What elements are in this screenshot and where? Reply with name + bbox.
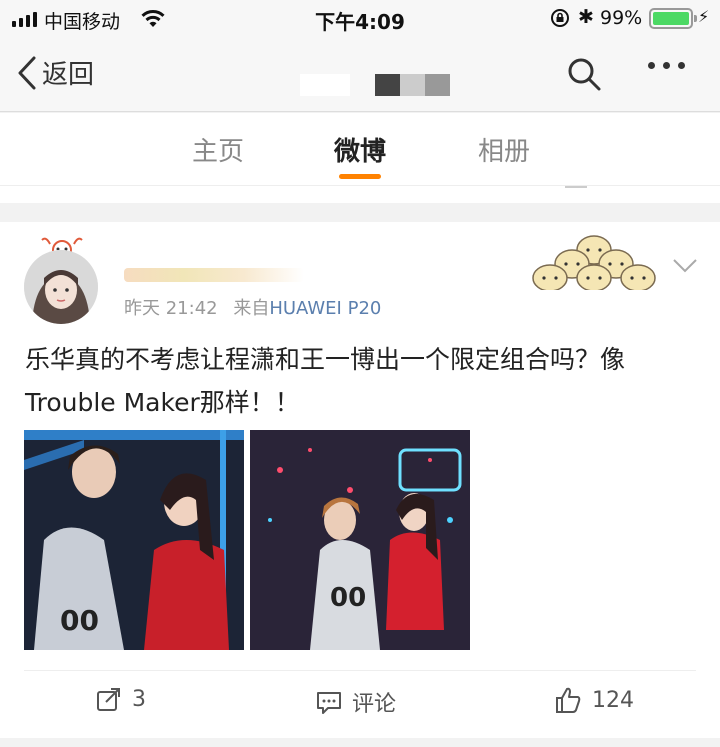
bun-emoji-sticker-icon	[532, 235, 656, 290]
post-image-2[interactable]: 00	[250, 430, 470, 650]
charging-icon: ⚡	[698, 7, 710, 26]
repost-button[interactable]: 3	[96, 686, 146, 712]
tab-strip	[0, 185, 720, 203]
source-prefix: 来自	[233, 298, 270, 319]
post-image-1[interactable]: 00	[24, 430, 244, 650]
post-meta: 昨天 21:42 来自HUAWEI P20	[124, 294, 381, 320]
like-count: 124	[592, 687, 634, 713]
comment-label: 评论	[352, 692, 397, 717]
post-text: 乐华真的不考虑让程潇和王一博出一个限定组合吗？像Trouble Maker那样！…	[25, 345, 626, 417]
username-blurred[interactable]	[124, 268, 304, 282]
chevron-down-icon[interactable]	[672, 258, 698, 274]
comment-icon	[317, 692, 341, 714]
post-time: 昨天 21:42	[124, 298, 218, 319]
battery-icon	[649, 8, 697, 29]
comment-button[interactable]: 评论	[316, 686, 396, 718]
svg-text:00: 00	[60, 604, 99, 637]
active-tab-indicator	[339, 174, 381, 179]
svg-text:00: 00	[330, 583, 366, 613]
post-card: 昨天 21:42 来自HUAWEI P20 乐华真的不考虑让程潇和王一博出一个限…	[0, 222, 720, 738]
status-bar: 中国移动 下午4:09 ✱ 99% ⚡	[0, 0, 720, 38]
feed-gap	[0, 738, 720, 747]
rotation-lock-icon	[551, 9, 569, 27]
repost-count: 3	[132, 686, 146, 712]
search-icon[interactable]	[566, 56, 602, 92]
repost-icon	[97, 688, 120, 711]
back-button[interactable]: 返回	[16, 54, 94, 91]
tab-album[interactable]: 相册	[478, 131, 530, 168]
tab-home[interactable]: 主页	[192, 131, 244, 168]
blurred-title	[300, 74, 450, 96]
post-source[interactable]: HUAWEI P20	[269, 298, 381, 319]
nav-bar: 返回	[0, 38, 720, 112]
bluetooth-icon: ✱	[578, 6, 594, 28]
thumbs-up-icon	[556, 687, 581, 713]
avatar[interactable]	[24, 250, 98, 324]
more-icon[interactable]	[648, 62, 685, 69]
back-chevron-icon	[18, 56, 36, 89]
back-label: 返回	[42, 60, 95, 90]
tab-weibo[interactable]: 微博	[334, 131, 386, 168]
battery-percent: 99%	[600, 7, 643, 29]
actions-divider	[24, 670, 696, 671]
like-button[interactable]: 124	[554, 686, 634, 714]
